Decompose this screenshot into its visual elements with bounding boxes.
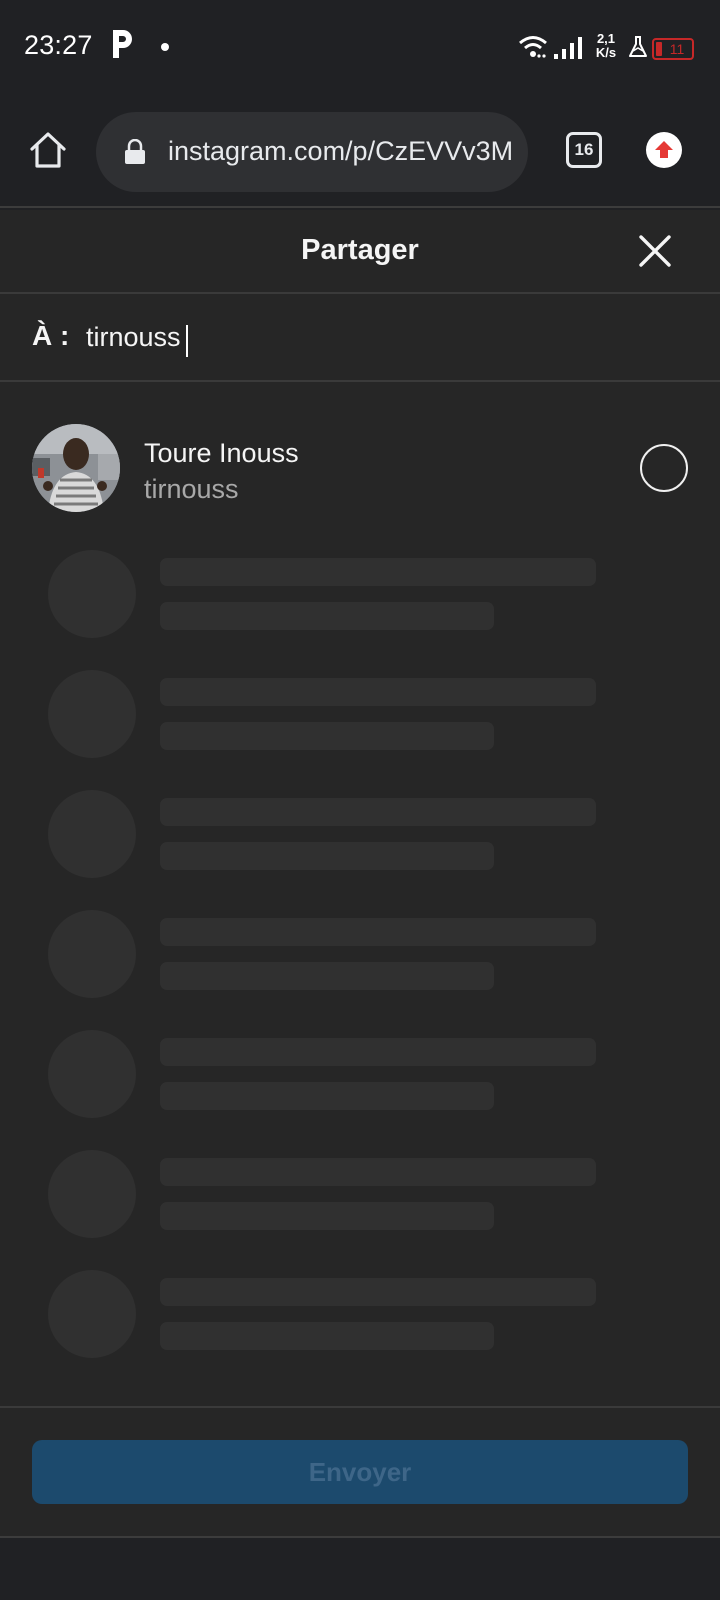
to-label: À : xyxy=(32,320,70,351)
skeleton-line xyxy=(160,918,596,946)
bottom-area xyxy=(0,1536,720,1600)
network-speed: 2,1 K/s xyxy=(592,32,620,60)
skeleton-avatar xyxy=(48,1270,136,1358)
home-icon[interactable] xyxy=(28,130,68,170)
skeleton-avatar xyxy=(48,550,136,638)
skeleton-line xyxy=(160,602,494,630)
p-app-icon xyxy=(113,30,132,58)
skeleton-row xyxy=(0,550,720,640)
skeleton-row xyxy=(0,1030,720,1120)
skeleton-row xyxy=(0,790,720,880)
battery-level: 11 xyxy=(669,41,685,57)
tabs-icon[interactable]: 16 xyxy=(566,132,602,168)
skeleton-line xyxy=(160,1278,596,1306)
skeleton-line xyxy=(160,1082,494,1110)
skeleton-line xyxy=(160,1322,494,1350)
skeleton-line xyxy=(160,1158,596,1186)
result-username: tirnouss xyxy=(144,474,239,504)
skeleton-avatar xyxy=(48,790,136,878)
share-sheet: Partager À : Toure Inouss tirnous xyxy=(0,210,720,1536)
skeleton-line xyxy=(160,558,596,586)
skeleton-line xyxy=(160,1202,494,1230)
sheet-title: Partager xyxy=(301,234,419,266)
url-bar[interactable]: instagram.com/p/CzEVVv3M xyxy=(96,112,528,192)
url-text[interactable]: instagram.com/p/CzEVVv3M xyxy=(168,136,514,167)
skeleton-avatar xyxy=(48,910,136,998)
avatar xyxy=(32,424,120,512)
sheet-header: Partager xyxy=(0,210,720,294)
skeleton-line xyxy=(160,842,494,870)
recipient-row: À : xyxy=(0,296,720,382)
avatar-photo xyxy=(32,424,120,512)
skeleton-row xyxy=(0,910,720,1000)
status-bar: 23:27 2,1 K/s 11 xyxy=(0,0,720,96)
signal-icon xyxy=(554,37,582,59)
skeleton-avatar xyxy=(48,1150,136,1238)
wifi-icon xyxy=(519,36,547,58)
update-icon[interactable] xyxy=(646,132,682,168)
text-caret xyxy=(186,325,188,357)
footer-divider xyxy=(0,1406,720,1408)
flask-icon xyxy=(629,36,647,57)
dot-icon xyxy=(161,43,169,51)
skeleton-line xyxy=(160,678,596,706)
network-speed-unit: K/s xyxy=(595,45,617,60)
skeleton-line xyxy=(160,1038,596,1066)
skeleton-row xyxy=(0,1270,720,1360)
skeleton-line xyxy=(160,722,494,750)
send-button[interactable]: Envoyer xyxy=(32,1440,688,1504)
skeleton-line xyxy=(160,798,596,826)
result-name: Toure Inouss xyxy=(144,438,299,468)
close-icon[interactable] xyxy=(636,232,674,270)
list-item[interactable]: Toure Inouss tirnouss xyxy=(0,424,720,516)
skeleton-row xyxy=(0,670,720,760)
browser-toolbar: instagram.com/p/CzEVVv3M 16 xyxy=(0,96,720,208)
skeleton-line xyxy=(160,962,494,990)
battery-icon: 11 xyxy=(652,38,694,60)
skeleton-avatar xyxy=(48,1030,136,1118)
status-time: 23:27 xyxy=(24,30,93,60)
update-arrow-icon xyxy=(655,141,673,158)
recipient-search-input[interactable] xyxy=(86,314,646,360)
select-radio[interactable] xyxy=(640,444,688,492)
network-speed-value: 2,1 xyxy=(596,31,616,46)
lock-icon xyxy=(125,139,145,164)
skeleton-row xyxy=(0,1150,720,1240)
skeleton-avatar xyxy=(48,670,136,758)
